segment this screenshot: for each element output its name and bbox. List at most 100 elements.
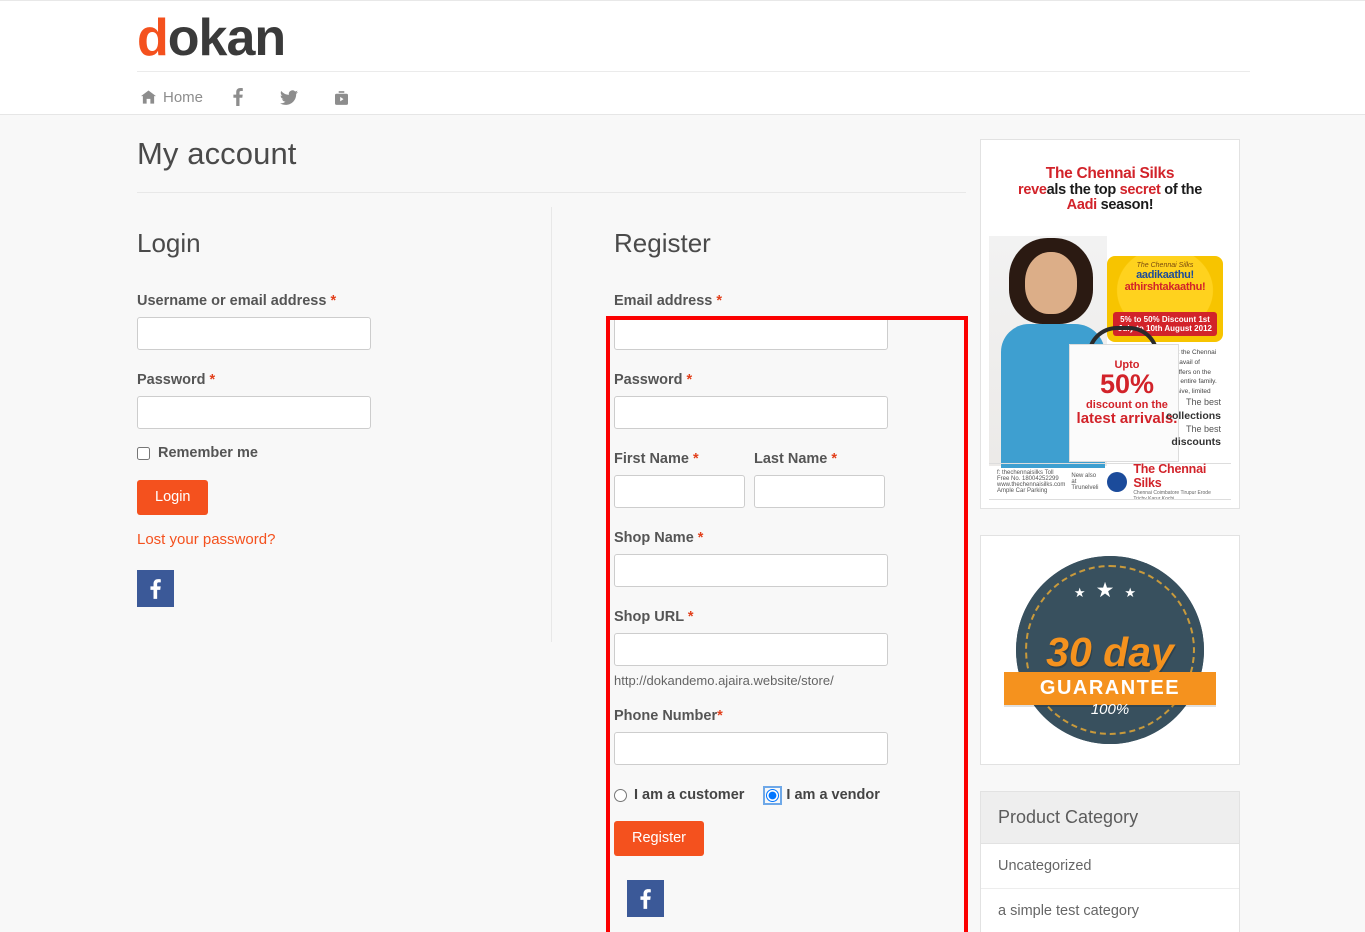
remember-me-row[interactable]: Remember me (137, 445, 551, 461)
silks-line3-b: season! (1096, 197, 1154, 214)
register-form: Register Email address * Password * Firs… (552, 201, 952, 918)
required-asterisk: * (717, 708, 723, 724)
product-category-widget: Product Category Uncategorized a simple … (980, 791, 1240, 932)
nav-item-twitter[interactable] (276, 88, 309, 107)
register-shop-url-label-text: Shop URL (614, 609, 684, 625)
category-item-label: Uncategorized (998, 858, 1092, 874)
login-facebook-button[interactable] (137, 570, 174, 608)
register-email-input[interactable] (614, 317, 888, 350)
silks-line2-a: reve (1018, 181, 1047, 198)
name-fields-row: First Name * Last Name * (614, 451, 952, 530)
register-button[interactable]: Register (614, 821, 704, 857)
category-item-uncategorized[interactable]: Uncategorized (981, 844, 1239, 889)
role-radio-group: I am a customer I am a vendor (614, 785, 952, 805)
site-header: dokan Home (0, 0, 1365, 114)
register-last-name-label: Last Name * (754, 451, 885, 467)
nav-item-home[interactable]: Home (137, 87, 207, 108)
badge-stars-icon: ★★★ (1073, 579, 1147, 602)
silks-best-1a: The best (1185, 397, 1221, 408)
register-phone-input[interactable] (614, 732, 888, 765)
silks-ad-footer: f: thechennaisilks Toll Free No. 1800425… (989, 462, 1231, 500)
last-name-group: Last Name * (754, 451, 885, 530)
register-password-label: Password * (614, 372, 952, 388)
twitter-icon (280, 89, 299, 105)
silks-headline: The Chennai Silks reveals the top secret… (989, 148, 1231, 214)
guarantee-badge: ★★★ 30 day MONEY BACK GUARANTEE 100% (1004, 556, 1216, 744)
required-asterisk: * (692, 451, 699, 467)
logo-accent-letter: d (137, 9, 169, 67)
silks-footer-new: New also at Tirunelveli (1071, 472, 1099, 491)
required-asterisk: * (687, 609, 694, 625)
money-back-badge-image: ★★★ 30 day MONEY BACK GUARANTEE 100% (989, 544, 1231, 756)
site-logo[interactable]: dokan (137, 1, 286, 69)
facebook-icon (233, 88, 243, 106)
page-title: My account (137, 136, 966, 193)
register-first-name-input[interactable] (614, 475, 745, 508)
silks-footer-brand-sub: Chennai Coimbatore Tirupur Erode Trichy … (1133, 489, 1211, 500)
register-facebook-button[interactable] (627, 880, 664, 918)
register-shop-url-label: Shop URL * (614, 609, 952, 625)
register-shop-name-input[interactable] (614, 554, 888, 587)
silks-line2-e: of the (1160, 181, 1202, 198)
silks-footer-contact: f: thechennaisilks Toll Free No. 1800425… (997, 469, 1066, 494)
product-category-title: Product Category (981, 792, 1239, 844)
login-username-input[interactable] (137, 317, 371, 350)
role-customer-radio[interactable] (614, 788, 627, 802)
silks-line-3: Aadi season! (999, 198, 1221, 214)
nav-item-youtube[interactable] (331, 87, 359, 107)
role-option-vendor[interactable]: I am a vendor (763, 785, 880, 805)
nav-item-home-label: Home (163, 88, 204, 106)
login-password-input[interactable] (137, 396, 371, 429)
required-asterisk: * (330, 293, 337, 309)
required-asterisk: * (686, 372, 693, 388)
register-first-name-label-text: First Name (614, 451, 689, 467)
register-shop-url-input[interactable] (614, 633, 888, 666)
silks-line2-c: the top (1065, 181, 1120, 198)
remember-me-label: Remember me (158, 445, 258, 461)
login-username-label-text: Username or email address (137, 293, 327, 309)
silks-model-face (1025, 252, 1077, 314)
required-asterisk: * (209, 372, 216, 388)
login-button[interactable]: Login (137, 480, 209, 516)
category-item-simple-test-category[interactable]: a simple test category (981, 889, 1239, 932)
register-email-label: Email address * (614, 293, 952, 309)
first-name-group: First Name * (614, 451, 745, 530)
register-phone-label-text: Phone Number (614, 708, 718, 724)
remember-me-checkbox[interactable] (137, 446, 150, 460)
register-last-name-input[interactable] (754, 475, 885, 508)
advertisement-chennai-silks[interactable]: The Chennai Silks reveals the top secret… (980, 139, 1240, 509)
role-vendor-radio[interactable] (763, 785, 783, 805)
silks-badge-line1: aadikaathu! (1136, 269, 1194, 281)
login-form: Login Username or email address * Passwo… (137, 201, 551, 917)
advertisement-money-back-guarantee[interactable]: ★★★ 30 day MONEY BACK GUARANTEE 100% (980, 535, 1240, 765)
silks-line-1: The Chennai Silks (1045, 165, 1175, 182)
register-password-input[interactable] (614, 396, 888, 429)
register-phone-label: Phone Number* (614, 708, 952, 724)
logo-rest: okan (167, 9, 286, 67)
silks-promo-percent: 50% (1099, 369, 1155, 399)
silks-best-2b: discounts (1171, 435, 1221, 448)
sidebar: The Chennai Silks reveals the top secret… (980, 127, 1240, 932)
role-option-customer[interactable]: I am a customer (614, 787, 744, 803)
login-password-label: Password * (137, 372, 551, 388)
login-heading: Login (137, 228, 201, 258)
nav-item-facebook[interactable] (229, 86, 254, 108)
facebook-icon (150, 578, 161, 599)
role-customer-label: I am a customer (634, 787, 745, 803)
silks-promo-line3: latest arrivals. (1076, 410, 1178, 427)
silks-best-1b: collections (1166, 409, 1221, 422)
login-username-label: Username or email address * (137, 293, 551, 309)
badge-days-text: 30 day (1046, 628, 1174, 675)
silks-promo-text: Upto 50% discount on the latest arrivals… (1075, 358, 1179, 427)
silks-badge-top: The Chennai Silks (1136, 262, 1194, 269)
silks-line-2: reveals the top secret of the (999, 181, 1221, 199)
lost-password-link[interactable]: Lost your password? (137, 531, 275, 548)
category-item-label: a simple test category (998, 903, 1140, 919)
register-shop-name-label: Shop Name * (614, 530, 952, 546)
shop-url-help-text: http://dokandemo.ajaira.website/store/ (614, 673, 834, 688)
silks-best-2a: The best (1185, 423, 1221, 434)
account-columns: Login Username or email address * Passwo… (137, 193, 966, 918)
required-asterisk: * (831, 451, 838, 467)
content-container: My account Login Username or email addre… (125, 115, 1240, 932)
badge-percent-text: 100% (1090, 701, 1130, 718)
